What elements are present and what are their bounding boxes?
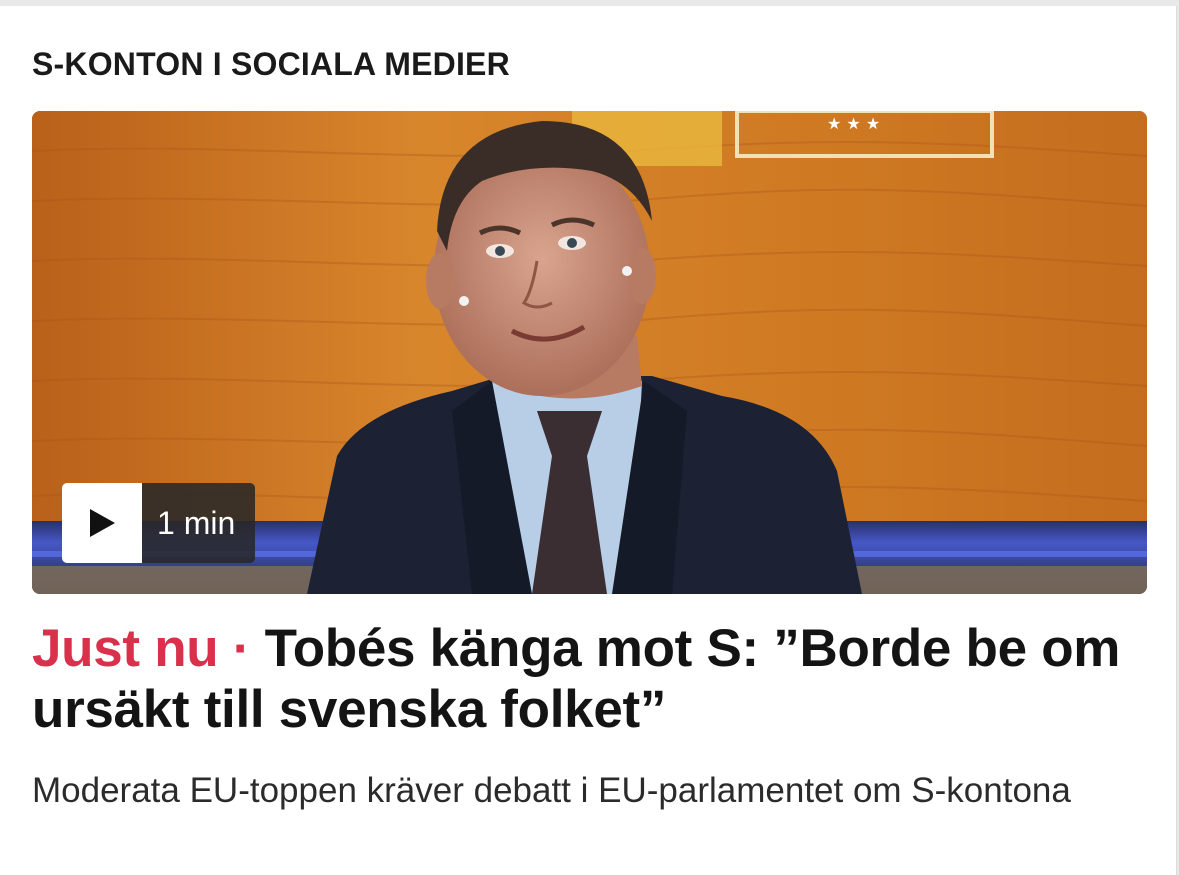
play-button[interactable]	[62, 483, 142, 563]
news-card[interactable]: S-KONTON I SOCIALA MEDIER ★ ★ ★ 1 min Ju…	[0, 6, 1177, 875]
separator-dot: ·	[232, 619, 251, 678]
svg-text:★ ★ ★: ★ ★ ★	[827, 114, 880, 133]
section-kicker[interactable]: S-KONTON I SOCIALA MEDIER	[32, 46, 510, 83]
video-thumbnail[interactable]: ★ ★ ★ 1 min	[32, 111, 1147, 594]
video-duration: 1 min	[142, 483, 256, 563]
article-headline-link[interactable]: Just nu · Tobés känga mot S: ”Borde be o…	[32, 618, 1142, 740]
play-icon	[90, 509, 115, 537]
article-summary[interactable]: Moderata EU-toppen kräver debatt i EU-pa…	[32, 768, 1122, 813]
live-label: Just nu	[32, 619, 219, 678]
video-duration-badge[interactable]: 1 min	[62, 483, 256, 563]
